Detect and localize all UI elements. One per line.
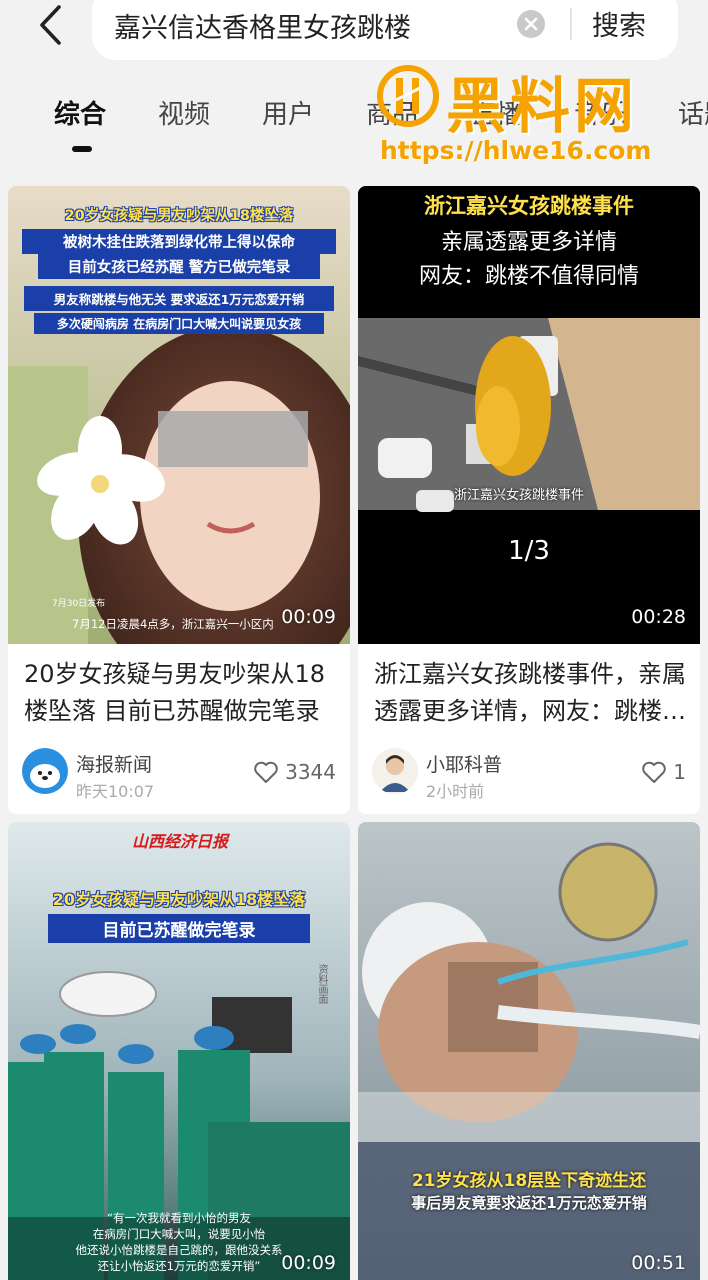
photo-caption: 浙江嘉兴女孩跳楼事件 <box>454 488 585 503</box>
overlay-headline-4: 男友称跳楼与他无关 要求返还1万元恋爱开销 <box>24 286 334 311</box>
author-name[interactable]: 海报新闻 <box>76 750 152 777</box>
heart-icon <box>642 761 667 783</box>
video-thumbnail[interactable]: 山西经济日报 20岁女孩疑与男友吵架从18楼坠落 目前已苏醒做完笔录 资料画面 … <box>8 822 350 1280</box>
overlay-headline-2: 事后男友竟要求返还1万元恋爱开销 <box>411 1194 647 1212</box>
clear-search-button[interactable] <box>517 10 545 38</box>
video-thumbnail[interactable]: 21岁女孩从18层坠下奇迹生还 事后男友竟要求返还1万元恋爱开销 00:51 <box>358 822 700 1280</box>
overlay-headline-1: 20岁女孩疑与男友吵架从18楼坠落 <box>64 208 294 224</box>
overlay-headline-1: 浙江嘉兴女孩跳楼事件 <box>424 194 634 218</box>
result-card-1[interactable]: 20岁女孩疑与男友吵架从18楼坠落 被树木挂住跌落到绿化带上得以保命 目前女孩已… <box>8 186 350 814</box>
overlay-headline-5: 多次硬闯病房 在病房门口大喊大叫说要见女孩 <box>34 313 324 334</box>
overlay-headline-1: 21岁女孩从18层坠下奇迹生还 <box>411 1171 647 1191</box>
heart-icon <box>254 761 278 783</box>
close-icon <box>524 17 538 31</box>
like-button[interactable]: 3344 <box>253 760 336 784</box>
back-arrow-icon <box>40 5 61 45</box>
search-tabs: 综合 视频 用户 商品 直播 音乐 话题 <box>0 90 708 160</box>
seal-avatar-icon <box>22 748 68 794</box>
video-duration: 00:51 <box>631 1252 686 1274</box>
overlay-headline-2: 目前已苏醒做完笔录 <box>48 914 310 943</box>
post-time: 2小时前 <box>426 782 485 801</box>
tab-users[interactable]: 用户 <box>262 94 314 131</box>
video-duration: 00:28 <box>631 606 686 628</box>
author-avatar[interactable] <box>22 748 68 794</box>
video-duration: 00:09 <box>281 606 336 628</box>
back-button[interactable] <box>30 2 70 48</box>
overlay-headline-2: 被树木挂住跌落到绿化带上得以保命 <box>22 229 336 254</box>
video-thumbnail[interactable]: 20岁女孩疑与男友吵架从18楼坠落 被树木挂住跌落到绿化带上得以保命 目前女孩已… <box>8 186 350 644</box>
result-card-4[interactable]: 21岁女孩从18层坠下奇迹生还 事后男友竟要求返还1万元恋爱开销 00:51 <box>358 822 700 1280</box>
search-submit-button[interactable]: 搜索 <box>592 4 646 43</box>
subtitle-line-1: “有一次我就看到小怡的男友 <box>107 1211 251 1225</box>
like-count: 1 <box>673 760 686 784</box>
active-tab-indicator <box>72 146 92 152</box>
search-divider <box>570 8 572 40</box>
video-caption: 7月12日凌晨4点多，浙江嘉兴一小区内 <box>72 617 274 631</box>
post-time: 昨天10:07 <box>76 782 155 801</box>
overlay-headline-3: 目前女孩已经苏醒 警方已做完笔录 <box>38 254 320 279</box>
tab-video[interactable]: 视频 <box>158 94 210 131</box>
brand-logo: 山西经济日报 <box>131 832 228 851</box>
card-title[interactable]: 浙江嘉兴女孩跳楼事件，亲属透露更多详情，网友：跳楼不值得同情 <box>374 656 690 730</box>
search-input[interactable] <box>114 4 504 46</box>
video-duration: 00:09 <box>281 1252 336 1274</box>
author-avatar[interactable] <box>372 748 418 794</box>
tab-comprehensive[interactable]: 综合 <box>54 94 106 131</box>
author-name[interactable]: 小耶科普 <box>426 750 502 777</box>
overlay-headline-1: 20岁女孩疑与男友吵架从18楼坠落 <box>52 890 306 909</box>
card-title[interactable]: 20岁女孩疑与男友吵架从18楼坠落 目前已苏醒做完笔录 <box>24 656 340 730</box>
subtitle-line-2: 在病房门口大喊大叫，说要见小怡 <box>92 1227 266 1241</box>
image-counter: 1/3 <box>508 536 550 566</box>
result-card-2[interactable]: 浙江嘉兴女孩跳楼事件 亲属透露更多详情 网友：跳楼不值得同情 浙江嘉兴女孩跳楼事… <box>358 186 700 814</box>
result-card-3[interactable]: 山西经济日报 20岁女孩疑与男友吵架从18楼坠落 目前已苏醒做完笔录 资料画面 … <box>8 822 350 1280</box>
top-bar: 搜索 <box>0 0 708 70</box>
overlay-headline-3: 网友：跳楼不值得同情 <box>418 264 639 289</box>
like-button[interactable]: 1 <box>641 760 686 784</box>
file-footage-tag: 资料画面 <box>316 964 327 1004</box>
search-box: 搜索 <box>92 0 678 60</box>
tab-topics[interactable]: 话题 <box>678 94 708 131</box>
like-count: 3344 <box>285 760 336 784</box>
person-avatar-icon <box>372 748 418 794</box>
video-thumbnail[interactable]: 浙江嘉兴女孩跳楼事件 亲属透露更多详情 网友：跳楼不值得同情 浙江嘉兴女孩跳楼事… <box>358 186 700 644</box>
tab-products[interactable]: 商品 <box>366 94 418 131</box>
tab-music[interactable]: 音乐 <box>574 94 626 131</box>
publish-date-tag: 7月30日发布 <box>52 599 106 609</box>
tab-live[interactable]: 直播 <box>470 94 522 131</box>
overlay-headline-2: 亲属透露更多详情 <box>440 230 617 255</box>
